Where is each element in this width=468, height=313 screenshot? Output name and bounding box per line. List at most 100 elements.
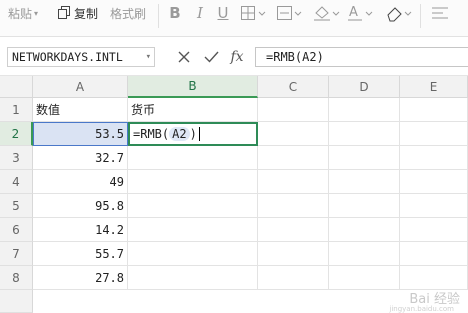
formula-prefix: =RMB( — [133, 127, 170, 141]
cell-e4[interactable] — [400, 170, 468, 194]
cell-b3[interactable] — [128, 146, 258, 170]
cell-reference: A2 — [169, 127, 190, 141]
row-header-6[interactable]: 6 — [0, 218, 33, 242]
column-header-b[interactable]: B — [128, 76, 258, 98]
cell-e1[interactable] — [400, 98, 468, 122]
format-painter-label: 格式刷 — [110, 6, 147, 21]
italic-icon[interactable]: I — [192, 2, 208, 24]
ribbon-toolbar: 粘贴 ▾ 复制 格式刷 B I U A — [0, 0, 468, 37]
copy-label: 复制 — [74, 6, 99, 21]
fx-label: fx — [230, 49, 244, 65]
bold-icon[interactable]: B — [166, 2, 184, 24]
cell-d3[interactable] — [329, 146, 400, 170]
format-painter-button[interactable]: 格式刷 — [110, 0, 146, 26]
spreadsheet-grid: A B C D E 1 数值 货币 2 53.5 =RMB(A2) 3 32.7… — [0, 76, 468, 313]
column-label: A — [75, 79, 85, 94]
select-all-corner[interactable] — [0, 76, 33, 98]
row-header-3[interactable]: 3 — [0, 146, 33, 170]
cell-a1[interactable]: 数值 — [33, 98, 128, 122]
cell-c3[interactable] — [258, 146, 329, 170]
ribbon-divider — [420, 4, 421, 28]
cell-e6[interactable] — [400, 218, 468, 242]
row-header-7[interactable]: 7 — [0, 242, 33, 266]
row-number: 4 — [12, 174, 20, 189]
row-number: 8 — [12, 270, 20, 285]
insert-function-icon[interactable]: fx — [226, 47, 248, 67]
watermark-url: jingyan.baidu.com — [389, 305, 454, 313]
column-label: D — [359, 79, 369, 94]
formula-text: =RMB(A2) — [266, 50, 324, 64]
chevron-down-icon: ▾ — [34, 8, 39, 18]
ribbon-divider — [158, 4, 159, 28]
cell-b8[interactable] — [128, 266, 258, 290]
row-number: 3 — [12, 150, 20, 165]
cell-c7[interactable] — [258, 242, 329, 266]
row-header-2[interactable]: 2 — [0, 122, 33, 146]
cell-a2[interactable]: 53.5 — [33, 122, 128, 146]
row-number: 1 — [12, 102, 20, 117]
cell-b7[interactable] — [128, 242, 258, 266]
row-header-5[interactable]: 5 — [0, 194, 33, 218]
chevron-down-icon[interactable]: ▾ — [146, 48, 151, 66]
underline-icon[interactable]: U — [214, 2, 232, 24]
column-header-e[interactable]: E — [400, 76, 468, 98]
cell-b2-editing[interactable]: =RMB(A2) — [128, 122, 258, 146]
row-header-partial — [0, 290, 33, 313]
cell-c1[interactable] — [258, 98, 329, 122]
cell-d5[interactable] — [329, 194, 400, 218]
font-color-icon[interactable]: A — [346, 2, 374, 24]
cell-d2[interactable] — [329, 122, 400, 146]
column-header-d[interactable]: D — [329, 76, 400, 98]
cell-d7[interactable] — [329, 242, 400, 266]
cell-e8[interactable] — [400, 266, 468, 290]
cell-a7[interactable]: 55.7 — [33, 242, 128, 266]
close-icon[interactable] — [175, 47, 193, 67]
copy-icon — [58, 6, 71, 20]
row-number: 2 — [11, 126, 20, 141]
cell-e7[interactable] — [400, 242, 468, 266]
cell-a8[interactable]: 27.8 — [33, 266, 128, 290]
text-cursor — [198, 127, 200, 141]
paste-button[interactable]: 粘贴 ▾ — [8, 0, 38, 26]
cell-a5[interactable]: 95.8 — [33, 194, 128, 218]
row-header-8[interactable]: 8 — [0, 266, 33, 290]
check-icon[interactable] — [201, 47, 221, 67]
name-box-value: NETWORKDAYS.INTL — [12, 50, 123, 64]
cell-c8[interactable] — [258, 266, 329, 290]
copy-button[interactable]: 复制 — [58, 0, 98, 26]
cell-b6[interactable] — [128, 218, 258, 242]
cell-c5[interactable] — [258, 194, 329, 218]
cell-c2[interactable] — [258, 122, 329, 146]
column-header-c[interactable]: C — [258, 76, 329, 98]
fill-color-icon[interactable] — [312, 2, 340, 24]
cell-b5[interactable] — [128, 194, 258, 218]
row-header-1[interactable]: 1 — [0, 98, 33, 122]
cell-d4[interactable] — [329, 170, 400, 194]
row-header-4[interactable]: 4 — [0, 170, 33, 194]
formula-suffix: ) — [189, 127, 197, 141]
cell-e3[interactable] — [400, 146, 468, 170]
cell-e5[interactable] — [400, 194, 468, 218]
column-header-a[interactable]: A — [33, 76, 128, 98]
cell-c4[interactable] — [258, 170, 329, 194]
cell-a3[interactable]: 32.7 — [33, 146, 128, 170]
cell-b4[interactable] — [128, 170, 258, 194]
name-box[interactable]: NETWORKDAYS.INTL ▾ — [7, 47, 155, 67]
cell-a6[interactable]: 14.2 — [33, 218, 128, 242]
formula-input[interactable]: =RMB(A2) — [255, 47, 468, 67]
align-icon[interactable] — [430, 2, 450, 24]
row-number: 7 — [12, 246, 20, 261]
cell-d1[interactable] — [329, 98, 400, 122]
clear-format-icon[interactable] — [384, 2, 414, 24]
cell-d8[interactable] — [329, 266, 400, 290]
svg-text:A: A — [349, 5, 358, 20]
row-number: 6 — [12, 222, 20, 237]
cell-b1[interactable]: 货币 — [128, 98, 258, 122]
cell-a4[interactable]: 49 — [33, 170, 128, 194]
cell-d6[interactable] — [329, 218, 400, 242]
border-icon[interactable] — [240, 2, 266, 24]
cell-e2[interactable] — [400, 122, 468, 146]
column-label: C — [288, 79, 298, 94]
merge-cells-icon[interactable] — [276, 2, 302, 24]
cell-c6[interactable] — [258, 218, 329, 242]
